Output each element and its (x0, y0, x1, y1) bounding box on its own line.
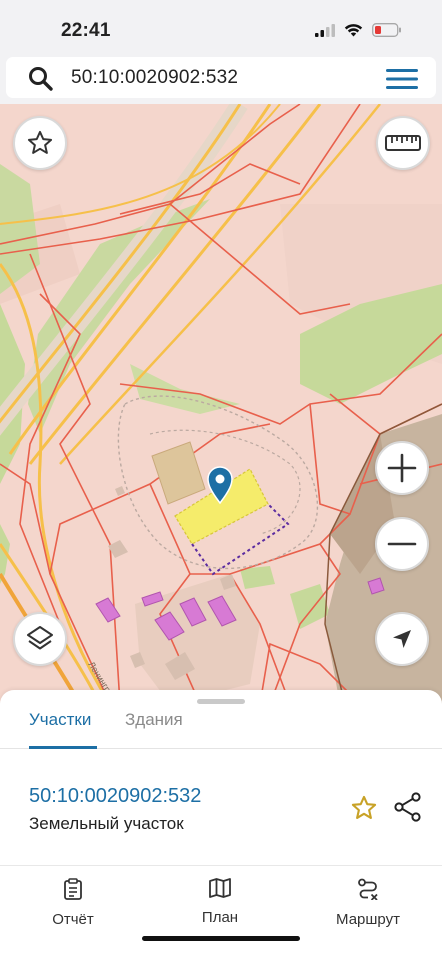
active-tab-indicator (29, 746, 97, 749)
status-time: 22:41 (61, 20, 111, 41)
map-plan-icon (209, 878, 231, 898)
favorite-button[interactable] (13, 116, 67, 170)
sheet-tabs: Участки Здания (0, 704, 442, 749)
favorite-star-icon[interactable] (350, 794, 378, 822)
my-location-button[interactable] (375, 612, 429, 666)
ruler-icon (385, 135, 421, 151)
zoom-in-button[interactable] (375, 441, 429, 495)
bottom-sheet[interactable]: Участки Здания 50:10:0020902:532 Земельн… (0, 690, 442, 960)
report-icon (64, 878, 82, 900)
status-bar: 22:41 (0, 0, 442, 58)
parcel-number-link[interactable]: 50:10:0020902:532 (29, 785, 201, 808)
battery-icon (372, 23, 401, 37)
home-indicator (142, 936, 300, 941)
map-canvas[interactable]: Ленинградское (0, 104, 442, 704)
tab-buildings[interactable]: Здания (125, 710, 183, 730)
nav-route-label: Маршрут (336, 911, 400, 928)
star-outline-icon (27, 130, 53, 154)
hamburger-menu-icon[interactable] (386, 68, 418, 90)
parcel-type-label: Земельный участок (29, 814, 184, 833)
share-icon[interactable] (394, 792, 422, 822)
search-bar[interactable]: 50:10:0020902:532 (6, 57, 436, 98)
tab-plots[interactable]: Участки (29, 710, 91, 730)
layers-icon (27, 626, 53, 650)
wifi-icon (344, 24, 363, 37)
zoom-out-button[interactable] (375, 517, 429, 571)
route-icon (358, 878, 378, 901)
nav-plan-label: План (201, 909, 239, 926)
bottom-navigation: Отчёт План Маршрут (0, 866, 442, 960)
ruler-button[interactable] (376, 116, 430, 170)
status-icons (315, 23, 402, 37)
plus-icon (387, 453, 417, 483)
search-input[interactable]: 50:10:0020902:532 (71, 67, 238, 89)
nav-route[interactable]: Маршрут (313, 878, 423, 928)
nav-report[interactable]: Отчёт (18, 878, 128, 928)
search-icon[interactable] (28, 66, 54, 92)
nav-report-label: Отчёт (52, 911, 94, 928)
nav-plan[interactable]: План (165, 878, 275, 926)
navigation-arrow-icon (393, 630, 411, 648)
layers-button[interactable] (13, 612, 67, 666)
cellular-signal-icon (315, 23, 335, 37)
minus-icon (387, 542, 417, 546)
cadastral-map[interactable]: Ленинградское (0, 104, 442, 704)
